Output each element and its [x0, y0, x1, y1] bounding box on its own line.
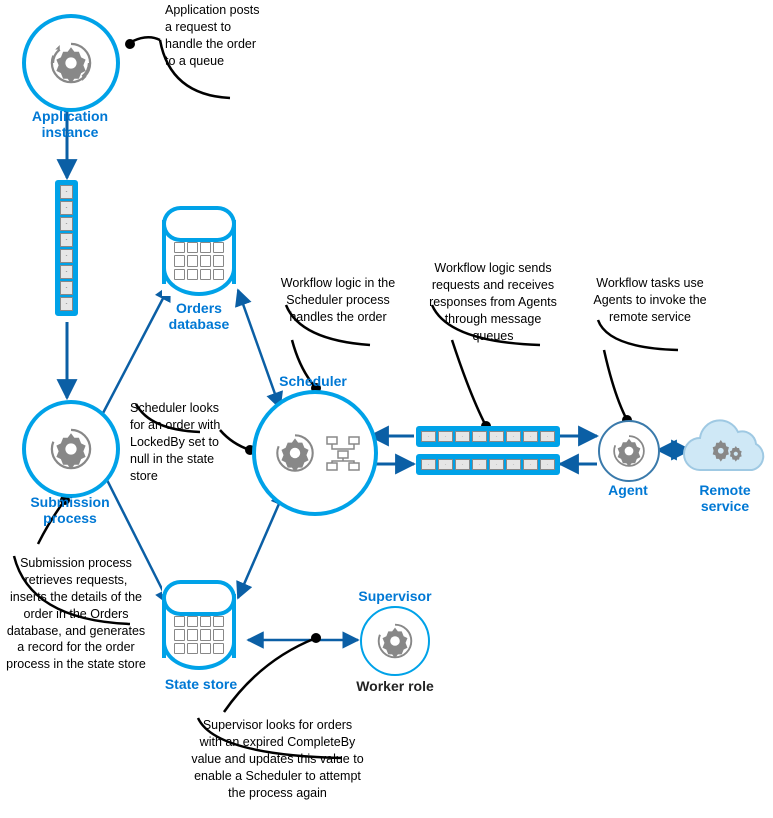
node-remote-service	[678, 416, 773, 484]
envelope-icon	[540, 431, 555, 442]
envelope-icon	[60, 201, 73, 215]
grid-icon	[174, 242, 224, 280]
envelope-icon	[523, 431, 538, 442]
envelope-icon	[472, 459, 487, 470]
callout-submission: Submission process retrieves requests, i…	[6, 555, 146, 673]
envelope-icon	[506, 431, 521, 442]
gear-icon	[608, 430, 650, 472]
gear-icon	[270, 428, 320, 478]
queue-scheduler-to-agent	[416, 426, 560, 447]
node-orders-database	[162, 206, 236, 296]
grid-icon	[174, 616, 224, 654]
cloud-icon	[678, 416, 773, 484]
queue-agent-to-scheduler	[416, 454, 560, 475]
envelope-icon	[421, 459, 436, 470]
label-application-instance: Application instance	[15, 108, 125, 140]
node-supervisor	[360, 606, 430, 676]
node-scheduler	[252, 390, 378, 516]
node-submission-process	[22, 400, 120, 498]
envelope-icon	[438, 459, 453, 470]
envelope-icon	[455, 459, 470, 470]
envelope-icon	[540, 459, 555, 470]
callout-agent: Workflow tasks use Agents to invoke the …	[590, 275, 710, 326]
callout-scheduler-queue: Workflow logic sends requests and receiv…	[423, 260, 563, 344]
label-remote-service: Remote service	[680, 482, 770, 514]
envelope-icon	[60, 249, 73, 263]
label-scheduler: Scheduler	[270, 373, 356, 389]
node-agent	[598, 420, 660, 482]
envelope-icon	[60, 185, 73, 199]
callout-application-instance: Application posts a request to handle th…	[165, 2, 265, 70]
node-state-store	[162, 580, 236, 670]
architecture-diagram: Application instance Submission process …	[0, 0, 773, 818]
envelope-icon	[506, 459, 521, 470]
callout-scheduler-logic: Workflow logic in the Scheduler process …	[278, 275, 398, 326]
label-supervisor: Supervisor	[350, 588, 440, 604]
queue-app-to-submission	[55, 180, 78, 316]
callout-scheduler-lookup: Scheduler looks for an order with Locked…	[130, 400, 235, 484]
callout-supervisor: Supervisor looks for orders with an expi…	[190, 717, 365, 801]
envelope-icon	[489, 431, 504, 442]
gear-icon	[44, 422, 98, 476]
envelope-icon	[489, 459, 504, 470]
gear-icon	[372, 618, 418, 664]
label-worker-role: Worker role	[345, 678, 445, 694]
label-agent: Agent	[598, 482, 658, 498]
envelope-icon	[60, 297, 73, 311]
envelope-icon	[438, 431, 453, 442]
workflow-icon	[323, 433, 363, 473]
envelope-icon	[472, 431, 487, 442]
envelope-icon	[523, 459, 538, 470]
envelope-icon	[421, 431, 436, 442]
envelope-icon	[455, 431, 470, 442]
envelope-icon	[60, 217, 73, 231]
node-application-instance	[22, 14, 120, 112]
envelope-icon	[60, 265, 73, 279]
envelope-icon	[60, 233, 73, 247]
label-state-store: State store	[156, 676, 246, 692]
label-submission-process: Submission process	[10, 494, 130, 526]
gear-icon	[44, 36, 98, 90]
envelope-icon	[60, 281, 73, 295]
label-orders-database: Orders database	[154, 300, 244, 332]
